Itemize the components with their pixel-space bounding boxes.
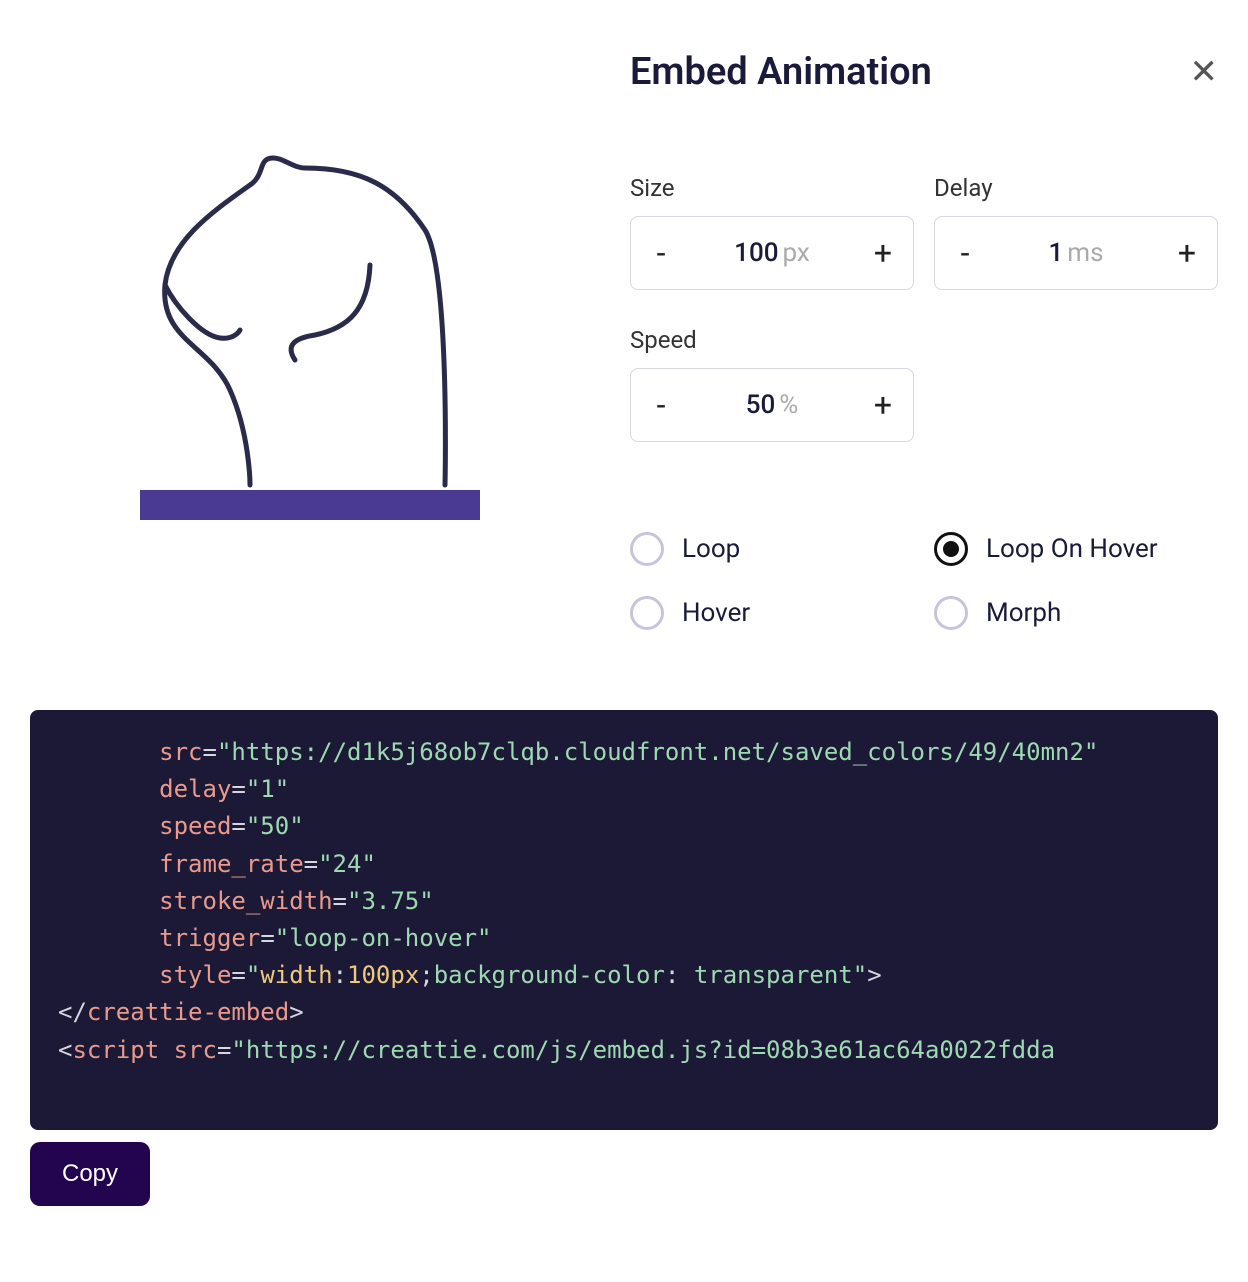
radio-circle-icon (630, 596, 664, 630)
delay-label: Delay (934, 174, 1218, 202)
copy-button[interactable]: Copy (30, 1142, 150, 1206)
delay-stepper: - 1ms + (934, 216, 1218, 290)
delay-group: Delay - 1ms + (934, 174, 1218, 290)
modal-header: Embed Animation ✕ (630, 50, 1218, 94)
radio-circle-icon (934, 596, 968, 630)
close-icon[interactable]: ✕ (1190, 55, 1219, 89)
size-group: Size - 100px + (630, 174, 914, 290)
size-unit: px (783, 238, 810, 268)
embed-animation-modal: Embed Animation ✕ Size - 100px + Delay (30, 30, 1218, 1252)
speed-label: Speed (630, 326, 914, 354)
size-increment-button[interactable]: + (853, 234, 913, 272)
speed-increment-button[interactable]: + (853, 386, 913, 424)
trigger-radio-group: Loop Loop On Hover Hover Morph (630, 532, 1218, 630)
spacer (934, 326, 1218, 442)
radio-hover[interactable]: Hover (630, 596, 914, 630)
chess-knight-icon (80, 80, 540, 540)
speed-unit: % (779, 390, 798, 420)
embed-code-block[interactable]: src="https://d1k5j68ob7clqb.cloudfront.n… (30, 710, 1218, 1130)
radio-hover-label: Hover (682, 598, 750, 628)
radio-circle-icon (630, 532, 664, 566)
delay-value: 1 (1048, 238, 1063, 268)
radio-circle-selected-icon (934, 532, 968, 566)
delay-value-wrap: 1ms (995, 238, 1157, 268)
speed-value-wrap: 50% (691, 390, 853, 420)
controls-panel: Embed Animation ✕ Size - 100px + Delay (630, 30, 1218, 630)
speed-decrement-button[interactable]: - (631, 386, 691, 424)
speed-value: 50 (746, 390, 776, 420)
stepper-row-1: Size - 100px + Delay - 1ms (630, 174, 1218, 290)
speed-stepper: - 50% + (630, 368, 914, 442)
delay-increment-button[interactable]: + (1157, 234, 1217, 272)
speed-group: Speed - 50% + (630, 326, 914, 442)
size-decrement-button[interactable]: - (631, 234, 691, 272)
radio-dot-icon (943, 541, 959, 557)
top-row: Embed Animation ✕ Size - 100px + Delay (30, 30, 1218, 630)
size-label: Size (630, 174, 914, 202)
modal-title: Embed Animation (630, 50, 932, 94)
radio-morph-label: Morph (986, 598, 1061, 628)
radio-loop-label: Loop (682, 534, 740, 564)
radio-loop-on-hover-label: Loop On Hover (986, 534, 1158, 564)
delay-decrement-button[interactable]: - (935, 234, 995, 272)
stepper-row-2: Speed - 50% + (630, 326, 1218, 442)
size-value: 100 (734, 238, 778, 268)
radio-loop-on-hover[interactable]: Loop On Hover (934, 532, 1218, 566)
size-value-wrap: 100px (691, 238, 853, 268)
animation-preview (30, 30, 590, 590)
delay-unit: ms (1067, 238, 1103, 268)
radio-loop[interactable]: Loop (630, 532, 914, 566)
radio-morph[interactable]: Morph (934, 596, 1218, 630)
size-stepper: - 100px + (630, 216, 914, 290)
